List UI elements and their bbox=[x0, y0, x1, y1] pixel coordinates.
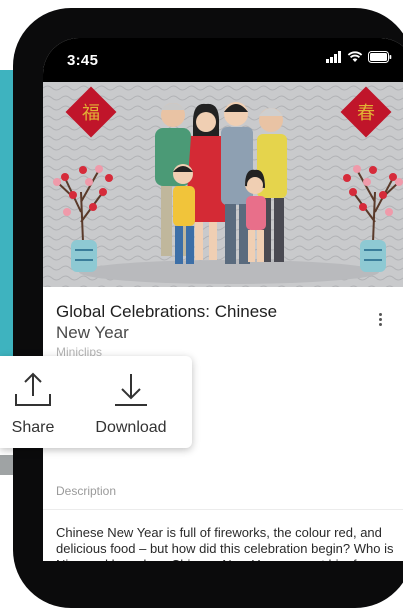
wifi-icon bbox=[347, 51, 363, 62]
description-label: Description bbox=[56, 484, 117, 498]
download-label: Download bbox=[95, 419, 167, 436]
more-vert-icon bbox=[373, 313, 387, 326]
phone-frame: 3:45 福 春 Global Celebrations: Chinese Ne… bbox=[13, 8, 403, 608]
share-button[interactable]: Share bbox=[8, 372, 58, 437]
status-time: 3:45 bbox=[67, 52, 99, 69]
description-text: Chinese New Year is full of fireworks, t… bbox=[56, 525, 394, 561]
share-icon bbox=[15, 372, 51, 406]
svg-text:春: 春 bbox=[357, 103, 375, 124]
background-grey-panel bbox=[0, 455, 14, 475]
battery-icon bbox=[368, 51, 392, 63]
video-title: Global Celebrations: Chinese New Year bbox=[56, 301, 356, 343]
more-options-button[interactable] bbox=[373, 311, 387, 331]
video-thumbnail[interactable]: 福 春 bbox=[43, 82, 403, 287]
status-icons bbox=[326, 51, 392, 63]
share-label: Share bbox=[11, 419, 55, 436]
svg-text:福: 福 bbox=[82, 103, 100, 124]
download-icon bbox=[115, 374, 147, 406]
phone-screen: 3:45 福 春 Global Celebrations: Chinese Ne… bbox=[43, 38, 403, 561]
video-title-line1: Global Celebrations: Chinese bbox=[56, 302, 278, 321]
thumbnail-illustration: 福 春 bbox=[43, 82, 403, 287]
signal-icon bbox=[326, 51, 341, 63]
share-download-menu: Share Download bbox=[0, 356, 192, 448]
video-title-line2: New Year bbox=[56, 323, 129, 342]
status-bar: 3:45 bbox=[43, 38, 403, 82]
divider bbox=[43, 509, 403, 510]
download-button[interactable]: Download bbox=[88, 372, 174, 437]
